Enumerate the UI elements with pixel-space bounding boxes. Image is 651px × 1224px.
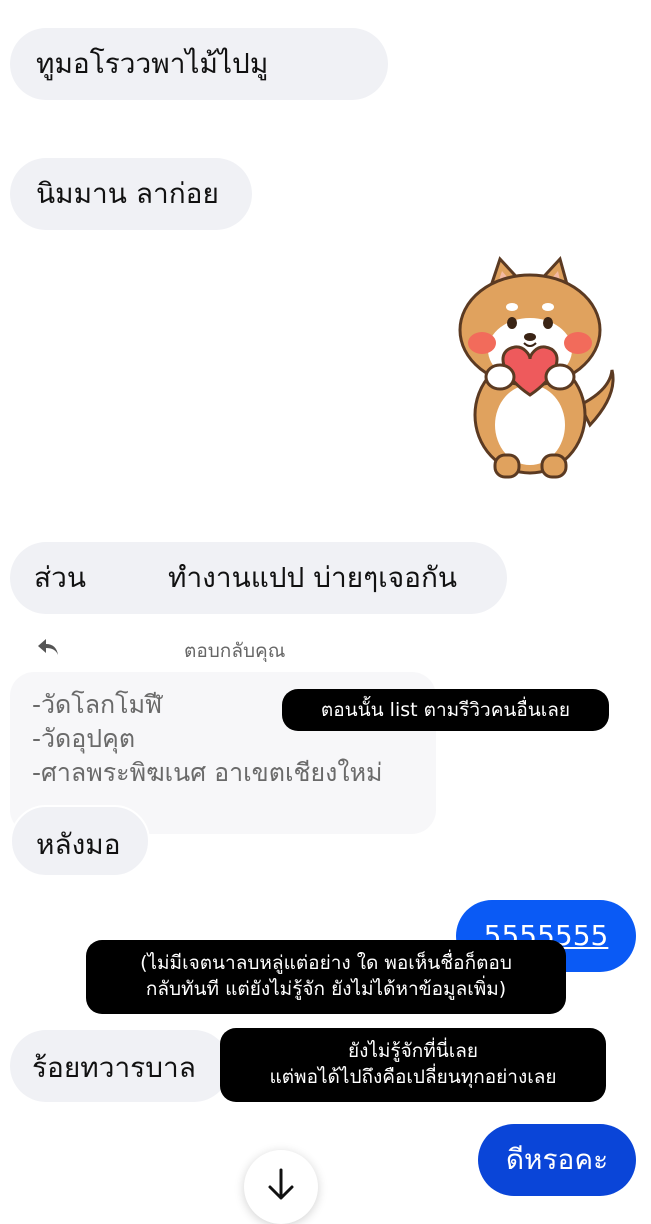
- note-text: ยังไม่รู้จักที่นี่เลย: [347, 1040, 479, 1062]
- message-text: ดีหรอคะ: [505, 1143, 609, 1176]
- reply-arrow-icon: [36, 636, 60, 662]
- message-text: ทูมอโรววพาไม้ไปมู: [36, 47, 269, 80]
- shiba-heart-sticker[interactable]: [440, 255, 620, 485]
- arrow-down-icon: [267, 1168, 295, 1206]
- annotation-note: ยังไม่รู้จักที่นี่เลย แต่พอได้ไปถึงคือเป…: [220, 1028, 606, 1102]
- annotation-note: (ไม่มีเจตนาลบหลู่แต่อย่าง ใด พอเห็นชื่อก…: [86, 940, 566, 1014]
- reply-header: ตอบกลับคุณ: [36, 634, 336, 664]
- message-text-right: ทำงานแปป บ่ายๆเจอกัน: [168, 561, 458, 594]
- reply-label: ตอบกลับคุณ: [184, 640, 286, 662]
- scroll-down-button[interactable]: [244, 1150, 318, 1224]
- message-text: นิมมาน ลาก่อย: [36, 177, 219, 210]
- message-text: หลังมอ: [36, 828, 121, 861]
- note-text: แต่พอได้ไปถึงคือเปลี่ยนทุกอย่างเลย: [269, 1066, 557, 1088]
- note-text: ตอนนั้น list ตามรีวิวคนอื่นเลย: [320, 699, 571, 721]
- quoted-line: -ศาลพระพิฆเนศ อาเขตเชียงใหม่: [32, 758, 383, 787]
- message-bubble-incoming[interactable]: หลังมอ: [10, 805, 150, 877]
- message-bubble-incoming[interactable]: ร้อยทวารบาล: [10, 1030, 230, 1102]
- message-bubble-incoming[interactable]: ส่วน ทำงานแปป บ่ายๆเจอกัน: [10, 542, 507, 614]
- sticker-image: [458, 256, 615, 479]
- annotation-note: ตอนนั้น list ตามรีวิวคนอื่นเลย: [282, 689, 609, 731]
- note-text: กลับทันที แต่ยังไม่รู้จัก ยังไม่ได้หาข้อ…: [145, 978, 507, 1000]
- note-text: (ไม่มีเจตนาลบหลู่แต่อย่าง ใด พอเห็นชื่อก…: [140, 952, 512, 974]
- message-text: ร้อยทวารบาล: [32, 1051, 196, 1084]
- message-bubble-outgoing[interactable]: ดีหรอคะ: [478, 1124, 636, 1196]
- message-bubble-incoming[interactable]: นิมมาน ลาก่อย: [10, 158, 252, 230]
- message-bubble-incoming[interactable]: ทูมอโรววพาไม้ไปมู: [10, 28, 388, 100]
- message-text-left: ส่วน: [34, 561, 86, 594]
